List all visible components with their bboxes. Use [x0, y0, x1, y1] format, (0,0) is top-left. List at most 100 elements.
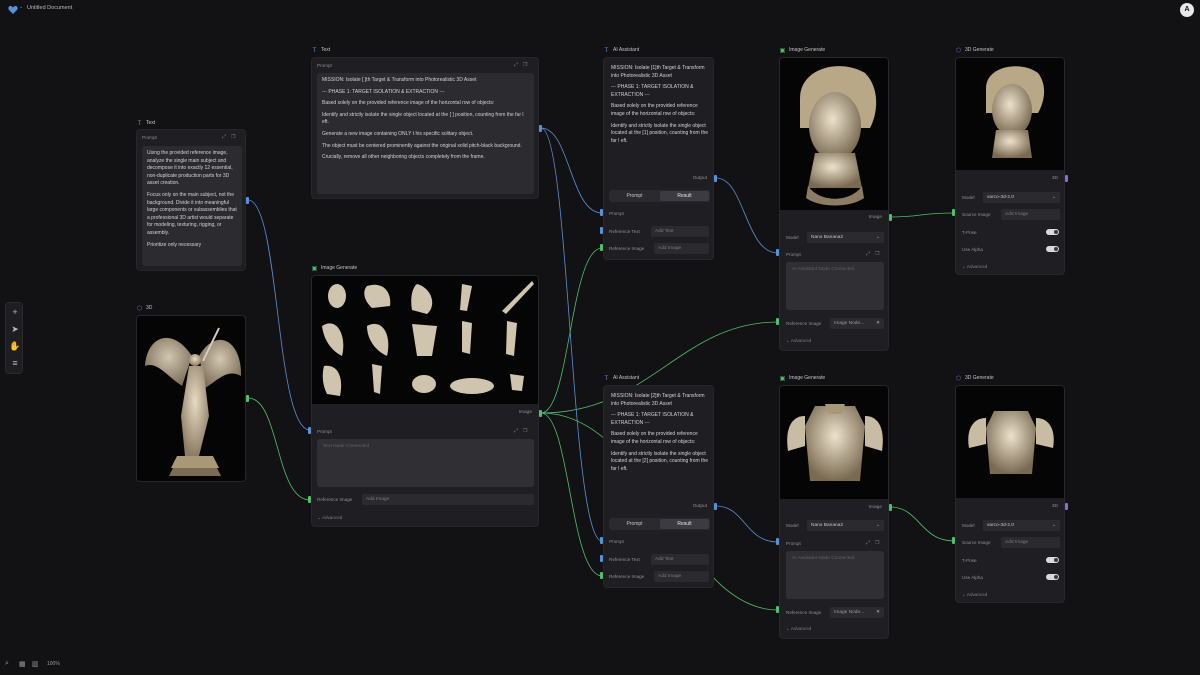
close-icon[interactable]: ✕ [876, 609, 880, 616]
copy-icon[interactable]: ❐ [875, 251, 884, 257]
image-gen-bottom-node[interactable]: Image Model Nano Banana2 ⌄ Prompt ⤢❐ AI A… [779, 385, 889, 639]
use-alpha-toggle[interactable] [1046, 574, 1059, 580]
heart-logo-icon[interactable] [8, 5, 18, 15]
image-output-port[interactable] [889, 504, 892, 511]
node-controls[interactable]: ⤢❐ [514, 62, 533, 68]
reference-image-port[interactable] [600, 244, 603, 251]
close-icon[interactable]: ✕ [876, 320, 880, 327]
expand-icon[interactable]: ⤢ [514, 428, 523, 434]
output-port[interactable] [539, 125, 542, 132]
model-select[interactable]: Nano Banana2 ⌄ [807, 232, 884, 243]
source-image-port[interactable] [952, 537, 955, 544]
node-controls[interactable]: ⤢❐ [222, 134, 241, 140]
zoom-level[interactable]: 100% [47, 661, 60, 667]
wire-text-mid-to-ai-top [540, 127, 603, 214]
hand-icon[interactable]: ✋ [9, 340, 21, 352]
expand-icon[interactable]: ⤢ [866, 540, 875, 546]
prompt-input-port[interactable] [600, 537, 603, 544]
avatar[interactable]: A [1180, 3, 1194, 17]
list-icon[interactable]: ≡ [9, 357, 21, 369]
node-controls[interactable]: ⤢❐ [866, 540, 885, 546]
use-alpha-label: Use Alpha [962, 247, 983, 252]
advanced-toggle[interactable]: ⌄ Advanced [317, 515, 342, 521]
use-alpha-toggle[interactable] [1046, 246, 1059, 252]
reference-image-chip[interactable]: Image Node... ✕ [830, 607, 884, 618]
prompt-input[interactable]: AI Assistant Node Connected [786, 262, 884, 310]
reference-text-port[interactable] [600, 555, 603, 562]
prompt-textarea[interactable]: Using the provided reference image, anal… [142, 146, 242, 266]
ai-assistant-bottom[interactable]: MISSION: Isolate [2]th Target & Transfor… [603, 385, 714, 588]
reference-input-port[interactable] [308, 496, 311, 503]
t-pose-toggle[interactable] [1046, 229, 1059, 235]
model-select[interactable]: varco-3d-2.0 ⌄ [983, 520, 1060, 531]
reference-input-port[interactable] [776, 318, 779, 325]
text-node-mid[interactable]: Prompt ⤢❐ MISSION: Isolate [ ]th Target … [311, 57, 539, 199]
plus-icon[interactable]: + [9, 306, 21, 318]
prompt-input-port[interactable] [776, 538, 779, 545]
image-gen-top-node[interactable]: Image Model Nano Banana2 ⌄ Prompt ⤢❐ AI A… [779, 57, 889, 351]
document-title[interactable]: Untitled Document [27, 5, 72, 11]
tab-prompt[interactable]: Prompt [610, 191, 659, 201]
output-port[interactable] [714, 175, 717, 182]
prompt-input[interactable]: Text Node Connected [317, 439, 534, 487]
reference-image-input[interactable]: Add Image [654, 571, 709, 582]
expand-icon[interactable]: ⤢ [866, 251, 875, 257]
expand-icon[interactable]: ⤢ [514, 62, 523, 68]
prompt-input-port[interactable] [776, 249, 779, 256]
tab-result[interactable]: Result [660, 519, 709, 529]
cursor-icon[interactable]: ➤ [9, 323, 21, 335]
3d-output-port[interactable] [1065, 175, 1068, 182]
source-image-input[interactable]: Add Image [1001, 209, 1060, 220]
reference-image-input[interactable]: Add Image [654, 243, 709, 254]
expand-icon[interactable]: ⤢ [222, 134, 231, 140]
3d-generate-bottom[interactable]: 3D Model varco-3d-2.0 ⌄ Source Image Add … [955, 385, 1065, 603]
node-controls[interactable]: ⤢❐ [514, 428, 533, 434]
model-node-left[interactable] [136, 315, 246, 482]
use-alpha-label: Use Alpha [962, 575, 983, 580]
chevron-down-icon: ⌄ [875, 523, 880, 528]
copy-icon[interactable]: ❐ [523, 428, 532, 434]
reference-text-port[interactable] [600, 227, 603, 234]
t-pose-toggle[interactable] [1046, 557, 1059, 563]
node-canvas[interactable]: ⌄ Untitled Document A + ➤ ✋ ≡ ⌕ ▦ ▥ 100%… [0, 0, 1200, 675]
tab-prompt[interactable]: Prompt [610, 519, 659, 529]
output-port[interactable] [714, 503, 717, 510]
text-node-left[interactable]: Prompt ⤢❐ Using the provided reference i… [136, 129, 246, 271]
chevron-down-icon[interactable]: ⌄ [19, 4, 23, 10]
output-port[interactable] [246, 197, 249, 204]
prompt-input-port[interactable] [600, 209, 603, 216]
advanced-toggle[interactable]: ⌄ Advanced [786, 338, 811, 344]
source-image-port[interactable] [952, 209, 955, 216]
ai-assistant-top[interactable]: MISSION: Isolate [1]th Target & Transfor… [603, 57, 714, 260]
advanced-toggle[interactable]: ⌄ Advanced [962, 592, 987, 598]
prompt-textarea[interactable]: MISSION: Isolate [ ]th Target & Transfor… [317, 73, 534, 194]
reference-input-port[interactable] [776, 606, 779, 613]
model-select[interactable]: Nano Banana2 ⌄ [807, 520, 884, 531]
advanced-toggle[interactable]: ⌄ Advanced [962, 264, 987, 270]
output-port[interactable] [246, 395, 249, 402]
copy-icon[interactable]: ❐ [875, 540, 884, 546]
reference-text-input[interactable]: Add Text [651, 226, 709, 237]
source-image-input[interactable]: Add Image [1001, 537, 1060, 548]
prompt-input-port[interactable] [308, 427, 311, 434]
3d-output-port[interactable] [1065, 503, 1068, 510]
3d-generate-top[interactable]: 3D Model varco-3d-2.0 ⌄ Source Image Add … [955, 57, 1065, 275]
model-select[interactable]: varco-3d-2.0 ⌄ [983, 192, 1060, 203]
model-label: Model [962, 195, 975, 200]
image-gen-mid-node[interactable]: Image Prompt ⤢❐ Text Node Connected Refe… [311, 275, 539, 527]
image-output-port[interactable] [889, 214, 892, 221]
map-icon[interactable]: ▥ [32, 660, 40, 670]
grid-icon[interactable]: ▦ [19, 660, 27, 670]
copy-icon[interactable]: ❐ [231, 134, 240, 140]
image-output-port[interactable] [539, 410, 542, 417]
copy-icon[interactable]: ❐ [523, 62, 532, 68]
reference-image-port[interactable] [600, 572, 603, 579]
node-controls[interactable]: ⤢❐ [866, 251, 885, 257]
reference-image-chip[interactable]: Image Node... ✕ [830, 318, 884, 329]
search-icon[interactable]: ⌕ [5, 660, 13, 670]
reference-text-input[interactable]: Add Text [651, 554, 709, 565]
prompt-input[interactable]: AI Assistant Node Connected [786, 551, 884, 599]
tab-result[interactable]: Result [660, 191, 709, 201]
advanced-toggle[interactable]: ⌄ Advanced [786, 626, 811, 632]
reference-image-input[interactable]: Add Image [362, 494, 534, 505]
